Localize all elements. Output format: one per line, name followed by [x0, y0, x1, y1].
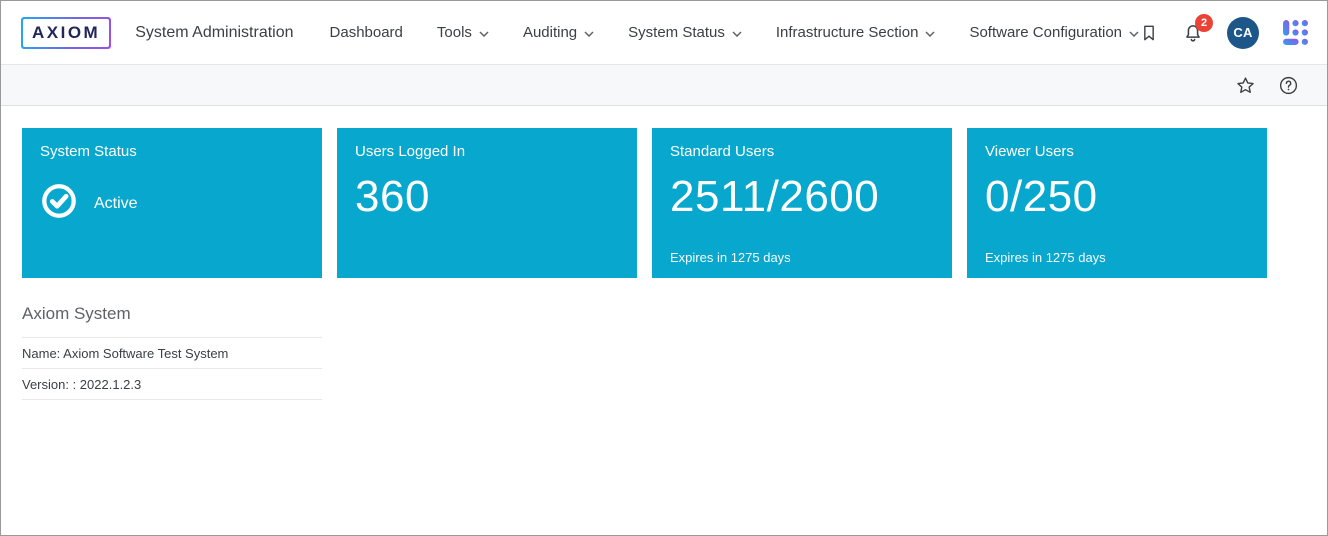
- nav-item-label: Auditing: [523, 24, 577, 41]
- nav-item-label: Infrastructure Section: [776, 24, 919, 41]
- card-system-status: System Status Active: [22, 128, 322, 278]
- card-title: Users Logged In: [355, 143, 619, 160]
- card-title: Viewer Users: [985, 143, 1249, 160]
- nav-item-tools[interactable]: Tools: [437, 24, 489, 41]
- secondary-toolbar: [1, 65, 1327, 106]
- top-nav-bar: AXIOM System Administration Dashboard To…: [1, 1, 1327, 65]
- nav-item-system-status[interactable]: System Status: [628, 24, 742, 41]
- bookmark-icon[interactable]: [1139, 23, 1159, 43]
- card-title: System Status: [40, 143, 304, 160]
- app-title: System Administration: [135, 24, 293, 42]
- card-standard-users: Standard Users 2511/2600 Expires in 1275…: [652, 128, 952, 278]
- nav-item-software-configuration[interactable]: Software Configuration: [969, 24, 1139, 41]
- card-users-logged-in: Users Logged In 360: [337, 128, 637, 278]
- notification-badge: 2: [1195, 14, 1213, 32]
- card-viewer-users: Viewer Users 0/250 Expires in 1275 days: [967, 128, 1267, 278]
- card-value: 2511/2600: [670, 172, 934, 222]
- system-version-row: Version: : 2022.1.2.3: [22, 368, 322, 400]
- chevron-down-icon: [479, 31, 489, 37]
- card-title: Standard Users: [670, 143, 934, 160]
- avatar[interactable]: CA: [1227, 17, 1259, 49]
- dashboard-content: System Status Active Users Logged In 360: [1, 106, 1327, 535]
- axiom-logo[interactable]: AXIOM: [21, 17, 111, 49]
- favorite-star-icon[interactable]: [1235, 75, 1256, 96]
- stat-cards-row: System Status Active Users Logged In 360: [22, 128, 1306, 278]
- status-value: Active: [94, 195, 138, 213]
- nav-item-auditing[interactable]: Auditing: [523, 24, 594, 41]
- card-footnote: Expires in 1275 days: [985, 250, 1106, 265]
- axiom-system-section: Axiom System Name: Axiom Software Test S…: [22, 304, 322, 400]
- main-nav: Dashboard Tools Auditing System Status I…: [330, 24, 1140, 41]
- system-name-row: Name: Axiom Software Test System: [22, 337, 322, 368]
- chevron-down-icon: [925, 31, 935, 37]
- card-value: 0/250: [985, 172, 1249, 222]
- header-actions: 2 CA: [1139, 17, 1315, 49]
- page: AXIOM System Administration Dashboard To…: [0, 0, 1328, 536]
- nav-item-label: Tools: [437, 24, 472, 41]
- nav-item-label: System Status: [628, 24, 725, 41]
- chevron-down-icon: [584, 31, 594, 37]
- nav-item-label: Dashboard: [330, 24, 403, 41]
- section-heading: Axiom System: [22, 304, 322, 324]
- nav-item-infrastructure-section[interactable]: Infrastructure Section: [776, 24, 936, 41]
- nav-item-dashboard[interactable]: Dashboard: [330, 24, 403, 41]
- notifications-bell-icon[interactable]: 2: [1182, 22, 1204, 44]
- apps-grid-icon[interactable]: [1282, 19, 1309, 46]
- chevron-down-icon: [732, 31, 742, 37]
- card-value: 360: [355, 172, 619, 222]
- axiom-logo-text: AXIOM: [23, 19, 109, 47]
- check-circle-icon: [40, 182, 78, 225]
- chevron-down-icon: [1129, 31, 1139, 37]
- nav-item-label: Software Configuration: [969, 24, 1122, 41]
- help-icon[interactable]: [1278, 75, 1299, 96]
- card-footnote: Expires in 1275 days: [670, 250, 791, 265]
